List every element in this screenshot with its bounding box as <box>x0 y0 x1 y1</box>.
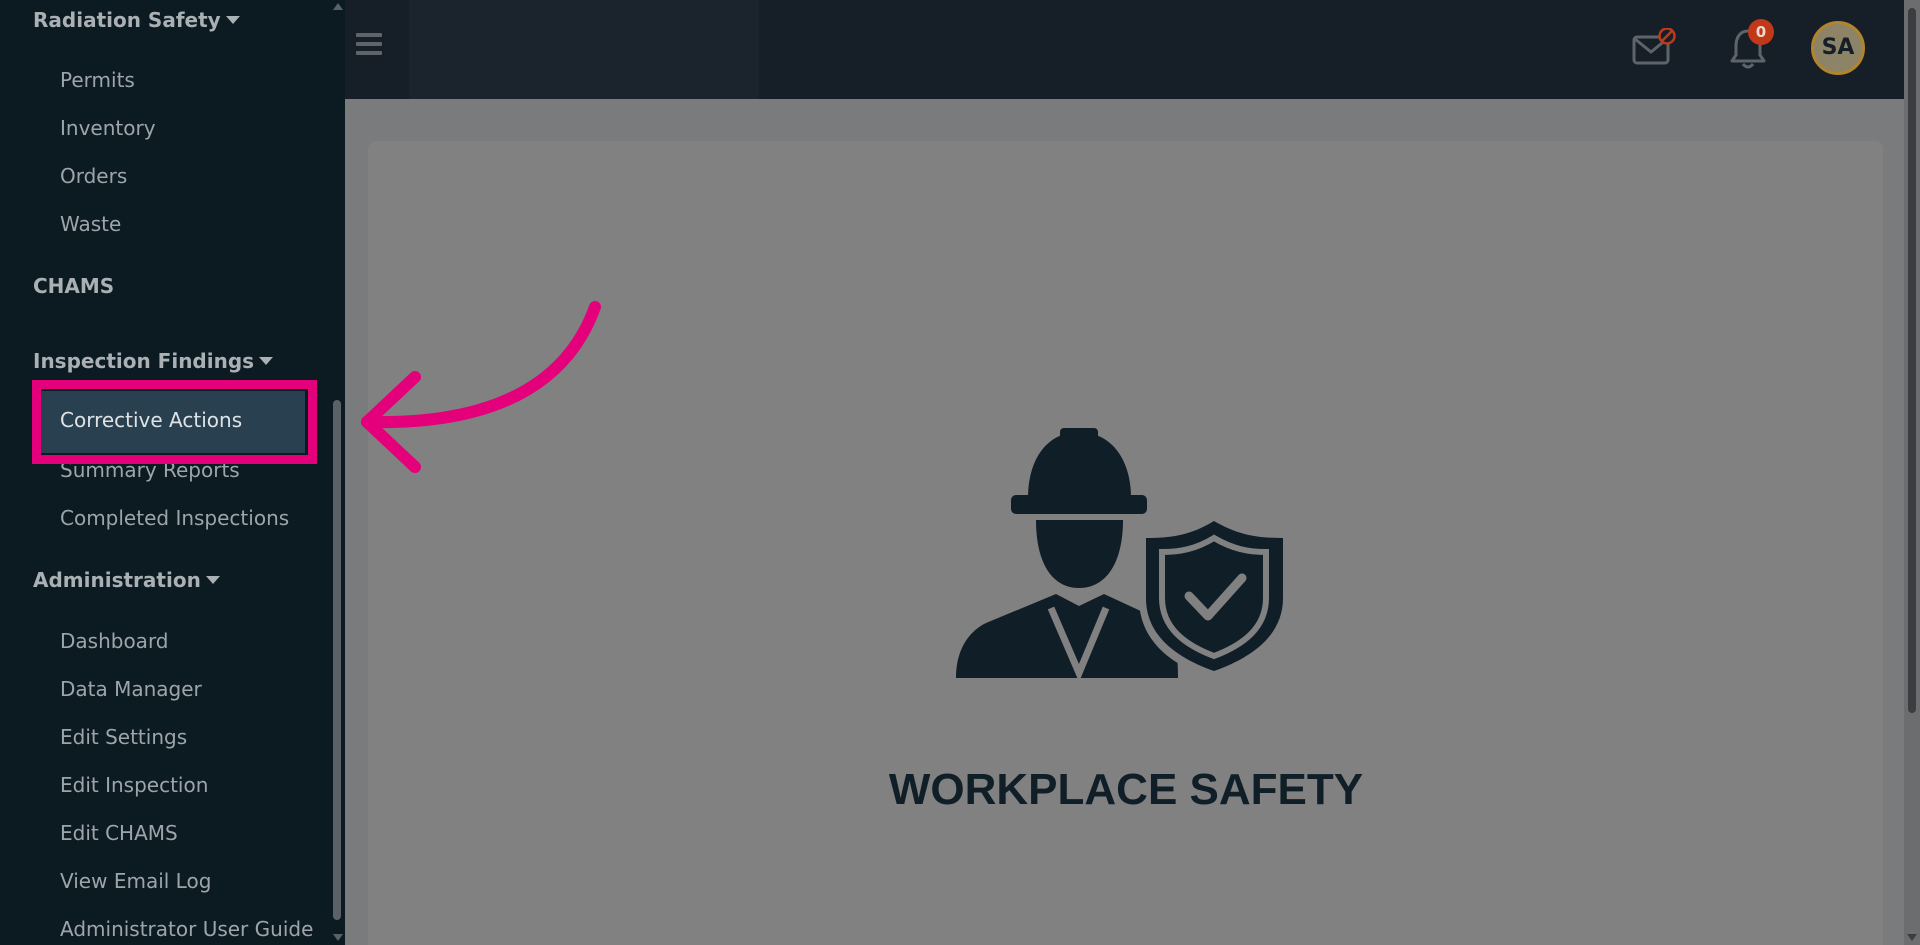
sidebar-item-edit-settings[interactable]: Edit Settings <box>60 725 187 749</box>
topbar-panel <box>409 0 759 99</box>
section-inspection-findings[interactable]: Inspection Findings <box>33 349 274 373</box>
sidebar-item-dashboard[interactable]: Dashboard <box>60 629 169 653</box>
scroll-down-arrow-icon[interactable] <box>333 934 343 941</box>
sidebar-item-admin-user-guide[interactable]: Administrator User Guide <box>60 917 313 941</box>
sidebar-scroll-thumb[interactable] <box>333 400 341 920</box>
sidebar-item-data-manager[interactable]: Data Manager <box>60 677 202 701</box>
page-title: WORKPLACE SAFETY <box>888 765 1364 814</box>
worker-shield-icon <box>956 428 1291 678</box>
section-radiation-safety[interactable]: Radiation Safety <box>33 8 240 32</box>
section-label: Radiation Safety <box>33 8 221 32</box>
annotation-highlight-box <box>32 380 317 464</box>
section-administration[interactable]: Administration <box>33 568 220 592</box>
annotation-arrow-icon <box>361 301 601 473</box>
sidebar-item-permits[interactable]: Permits <box>60 68 135 92</box>
caret-down-icon <box>205 575 220 584</box>
section-label: Administration <box>33 568 201 592</box>
sidebar-item-view-email-log[interactable]: View Email Log <box>60 869 211 893</box>
notification-badge: 0 <box>1748 19 1774 45</box>
sidebar-item-completed-inspections[interactable]: Completed Inspections <box>60 506 289 530</box>
caret-down-icon <box>225 15 240 24</box>
scroll-down-arrow-icon[interactable] <box>1907 934 1917 941</box>
scroll-up-arrow-icon[interactable] <box>333 3 343 10</box>
caret-down-icon <box>259 356 274 365</box>
sidebar-item-edit-chams[interactable]: Edit CHAMS <box>60 821 178 845</box>
sidebar-item-inventory[interactable]: Inventory <box>60 116 156 140</box>
mail-blocked-icon[interactable] <box>1632 28 1676 68</box>
hamburger-menu-icon[interactable] <box>356 33 382 55</box>
sidebar-item-waste[interactable]: Waste <box>60 212 121 236</box>
page-scroll-thumb[interactable] <box>1908 8 1916 713</box>
avatar[interactable]: SA <box>1811 21 1865 75</box>
section-chams[interactable]: CHAMS <box>33 274 114 298</box>
section-label: Inspection Findings <box>33 349 255 373</box>
sidebar-item-orders[interactable]: Orders <box>60 164 127 188</box>
